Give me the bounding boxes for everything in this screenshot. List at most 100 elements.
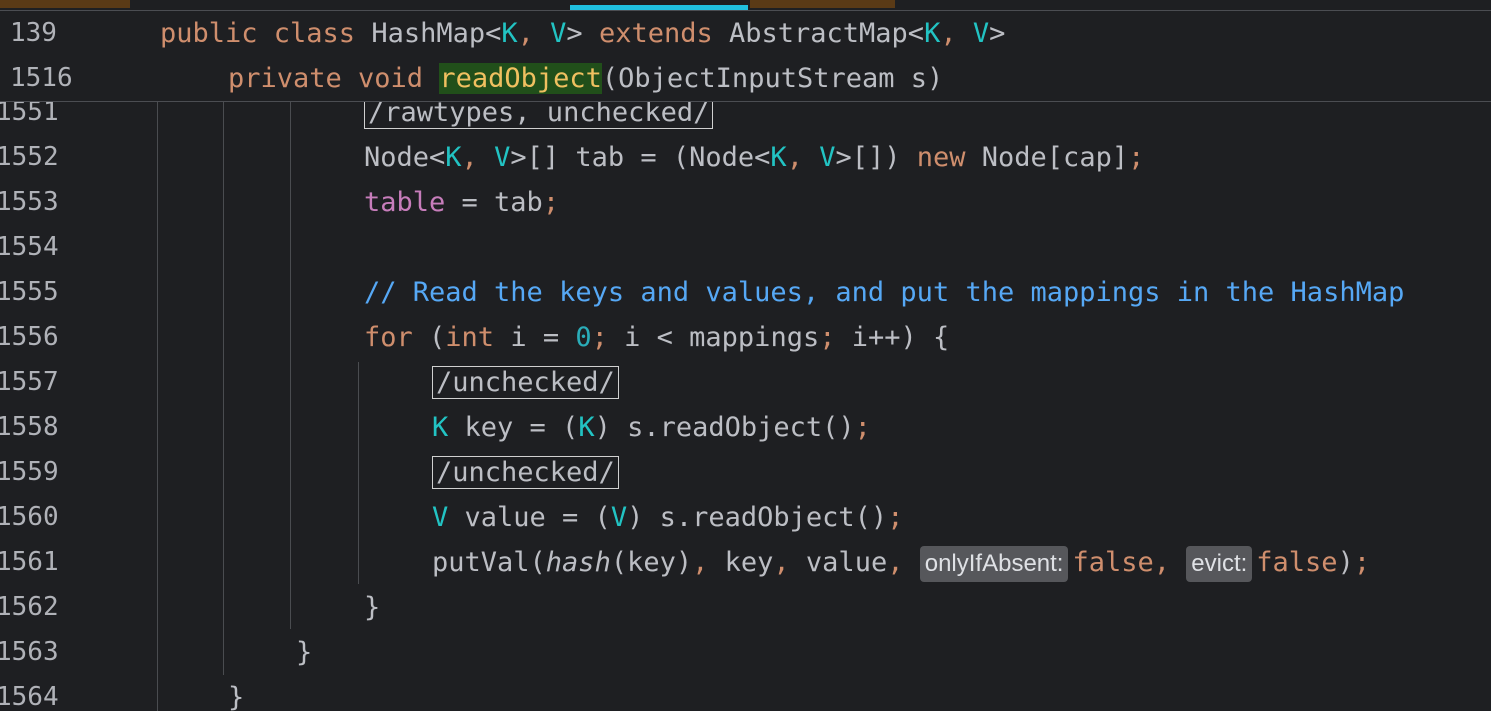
code-token: V [819,142,836,173]
code-token: } [228,682,245,711]
code-token: , [517,18,551,49]
code-token: putVal( [432,547,546,578]
code-comment: // Read the keys and values, and put the… [364,277,1405,308]
code-token: new [916,142,982,173]
code-token: ; [542,187,560,218]
code-token: extends [598,18,729,49]
code-token: K [578,412,595,443]
code-token: 0 [575,322,592,353]
line-number: 139 [10,18,57,48]
line-number: 1564 [0,682,59,711]
code-token: V [610,502,628,533]
code-text: /unchecked/ [432,450,619,495]
code-token: hash [545,547,611,578]
parameter-hint: onlyIfAbsent: [919,545,1069,582]
code-token: >[]) [835,142,917,173]
indent-guide [157,101,158,711]
code-token: ; [1353,547,1371,578]
code-token: ; [591,322,625,353]
code-token: i++) { [851,322,950,353]
code-token: ; [854,412,871,443]
code-token: table [364,187,446,218]
code-token: > [566,18,599,49]
code-token: K [924,18,941,49]
code-token: false [1072,547,1154,578]
indent-guide [358,362,359,584]
code-token: HashMap< [371,18,502,49]
code-token: , [1153,547,1187,578]
code-token: int [445,322,511,353]
code-token: for [364,322,430,353]
line-number: 1553 [0,187,59,217]
tab-indicator-right[interactable] [750,0,895,8]
line-number: 1557 [0,367,59,397]
editor-tab-strip [0,0,1491,11]
code-token: ( [429,322,446,353]
line-number: 1562 [0,592,59,622]
suppress-warnings-annotation: /unchecked/ [432,366,619,399]
code-token: , [786,142,820,173]
code-token: , [773,547,806,578]
code-token: > [989,18,1006,49]
code-token: Node< [364,142,446,173]
code-token: ; [1128,142,1145,173]
line-number: 1516 [10,63,73,93]
code-token: AbstractMap< [728,18,925,49]
active-tab-underline[interactable] [570,5,748,10]
sticky-code-line[interactable]: 1516 private void readObject(ObjectInputS… [0,56,1491,101]
code-token: V [494,142,511,173]
line-number: 1555 [0,277,59,307]
indent-guide [290,101,291,629]
code-token: i = [510,322,576,353]
code-text: putVal(hash(key), key, value, onlyIfAbse… [432,540,1370,585]
code-token: value = ( [464,502,611,533]
line-number: 1556 [0,322,59,352]
code-token: key [724,547,774,578]
line-number: 1558 [0,412,59,442]
sticky-code-line[interactable]: 139 public class HashMap<K, V> extends Ab… [0,11,1491,56]
code-token: key = ( [464,412,579,443]
line-number: 1554 [0,232,59,262]
code-token: , [940,18,973,49]
code-token: value [805,547,888,578]
code-text: } [364,585,380,630]
code-token: ) [1337,547,1354,578]
code-token: i < mappings [624,322,820,353]
suppress-warnings-annotation: /unchecked/ [432,456,619,489]
tab-indicator-left[interactable] [0,0,130,8]
code-text: // Read the keys and values, and put the… [364,270,1404,315]
line-number: 1561 [0,547,59,577]
line-number: 1559 [0,457,59,487]
code-token: ) s.readObject() [627,502,888,533]
sticky-scroll-header[interactable]: 139 public class HashMap<K, V> extends Ab… [0,11,1491,102]
parameter-hint: evict: [1186,545,1253,582]
code-token: ; [819,322,852,353]
code-token: (ObjectInputStream s) [601,63,944,94]
code-text: /unchecked/ [432,360,619,405]
code-token: private void [228,63,440,94]
code-text: V value = (V) s.readObject(); [432,495,903,540]
code-token: = tab [445,187,543,218]
code-token: } [364,592,381,623]
indent-guide [223,101,224,675]
line-number: 1563 [0,637,59,667]
code-token: K [770,142,787,173]
code-token: Node[cap] [981,142,1129,173]
code-token: V [550,18,567,49]
code-text: table = tab; [364,180,559,225]
code-token: >[] tab = (Node< [510,142,771,173]
code-text: K key = (K) s.readObject(); [432,405,871,450]
highlighted-method-name: readObject [439,63,602,94]
code-token: public class [160,18,372,49]
code-text: private void readObject(ObjectInputStrea… [228,56,943,101]
code-token: , [461,142,495,173]
code-token: ) s.readObject() [594,412,855,443]
code-token: , [887,547,920,578]
code-token: K [432,412,465,443]
code-token: K [445,142,462,173]
code-token: V [432,502,465,533]
code-line[interactable]: 1564} [0,675,1491,711]
code-token: V [972,18,990,49]
code-text: public class HashMap<K, V> extends Abstr… [160,11,1005,56]
code-text: } [228,675,244,711]
